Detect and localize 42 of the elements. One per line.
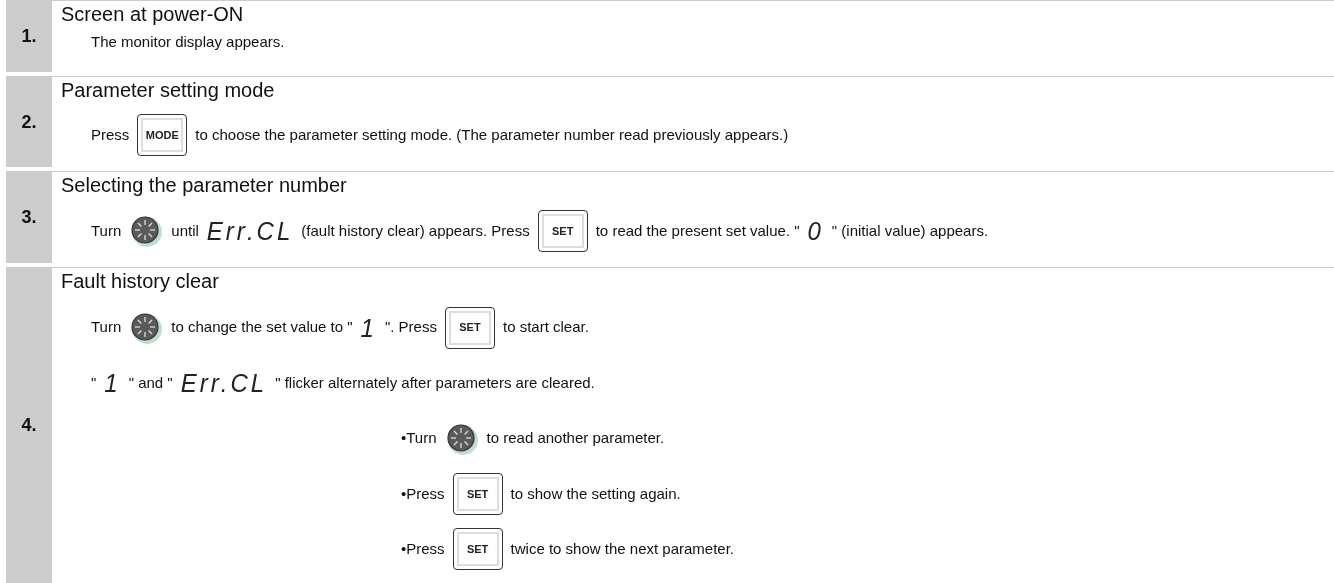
- instruction-text: The monitor display appears.: [91, 31, 285, 52]
- instruction-text: ": [91, 372, 97, 393]
- instruction-text: Turn: [91, 220, 122, 241]
- instruction-text: twice to show the next parameter.: [510, 539, 735, 560]
- instruction-text: to read another parameter.: [486, 428, 665, 449]
- step-number: 4.: [6, 268, 52, 583]
- instruction-text: to show the setting again.: [510, 483, 681, 504]
- segment-display-text: 1: [360, 314, 377, 341]
- step-number: 2.: [6, 76, 52, 168]
- dial-icon: [129, 310, 164, 345]
- key-label: SET: [452, 528, 503, 571]
- instruction-text: to change the set value to ": [171, 317, 353, 338]
- instruction-text: (fault history clear) appears. Press: [301, 220, 530, 241]
- instruction-text: to start clear.: [502, 317, 589, 338]
- key-label: MODE: [137, 114, 188, 157]
- instruction-text: ". Press: [384, 317, 437, 338]
- step-number: 1.: [6, 1, 52, 72]
- segment-display-text: Err.CL: [206, 217, 294, 244]
- step-number: 3.: [6, 172, 52, 264]
- step-title: Parameter setting mode: [61, 77, 275, 103]
- step-title: Fault history clear: [61, 269, 219, 295]
- instruction-text: •Press: [401, 539, 445, 560]
- key-label: SET: [537, 209, 588, 252]
- instruction-text: " and ": [128, 372, 173, 393]
- segment-display-text: 0: [807, 217, 824, 244]
- segment-display-text: 1: [104, 369, 121, 397]
- key-label: SET: [452, 473, 503, 515]
- key-label: SET: [444, 306, 495, 349]
- step-title: Screen at power-ON: [61, 2, 244, 27]
- instruction-text: " flicker alternately after parameters are cleared.: [275, 372, 595, 393]
- dial-icon: [129, 213, 164, 248]
- instruction-text: Turn: [91, 317, 122, 338]
- dial-icon: [444, 421, 479, 456]
- instruction-text: •Turn: [401, 428, 437, 449]
- segment-display-text: Err.CL: [180, 369, 268, 397]
- step-title: Selecting the parameter number: [61, 173, 347, 199]
- instruction-text: to read the present set value. ": [595, 220, 800, 241]
- instruction-text: " (initial value) appears.: [831, 220, 989, 241]
- instruction-text: to choose the parameter setting mode. (The parameter number read previously appears.): [195, 124, 789, 145]
- instruction-text: until: [171, 220, 199, 241]
- instruction-text: •Press: [401, 483, 445, 504]
- instruction-text: Press: [91, 124, 130, 145]
